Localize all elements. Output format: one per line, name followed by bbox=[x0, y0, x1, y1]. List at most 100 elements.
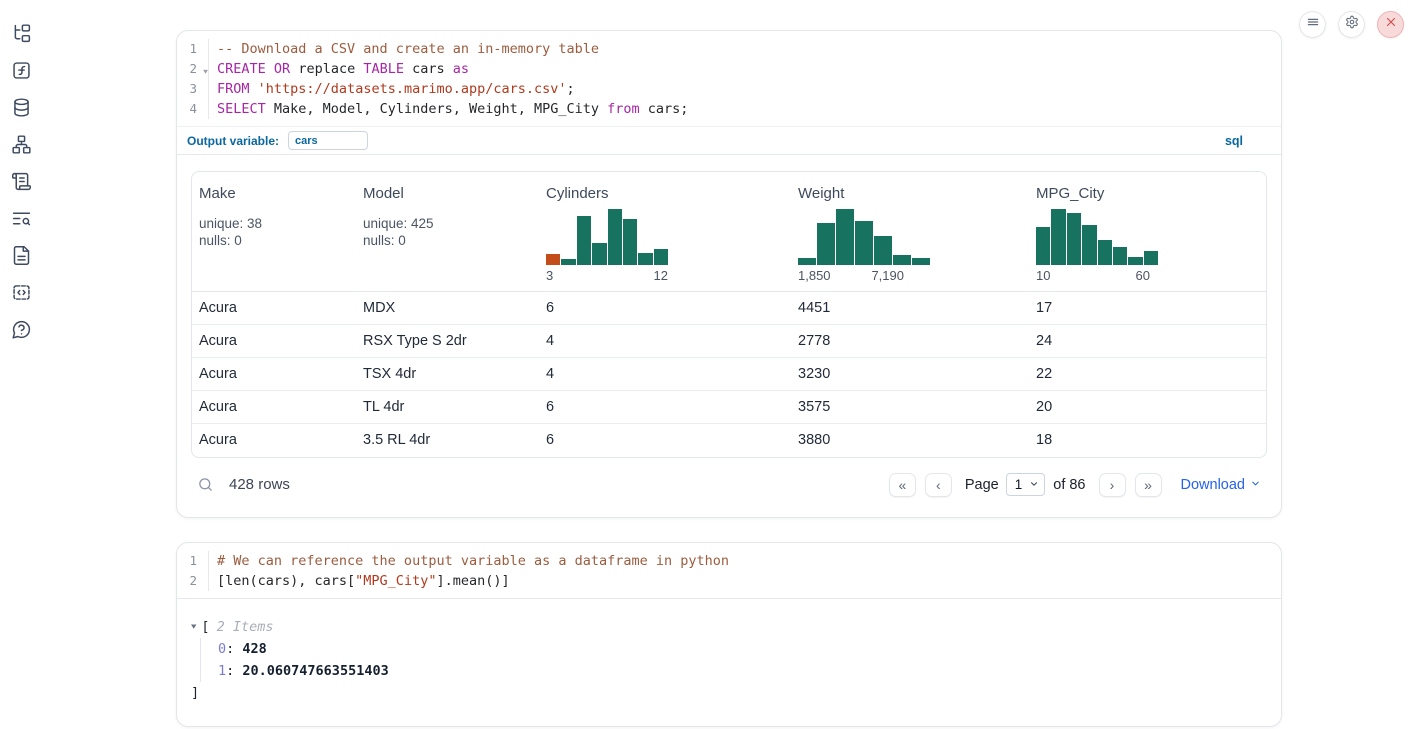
column-header-mpg-city[interactable]: MPG_City 10 60 bbox=[1029, 172, 1266, 292]
table-cell: 24 bbox=[1029, 325, 1266, 358]
first-page-button[interactable]: « bbox=[889, 473, 916, 497]
python-cell-output: ▼ [ 2 Items 0: 428 1: 20.060747663551403… bbox=[177, 598, 1281, 726]
histogram-bar bbox=[623, 219, 637, 265]
page-number-value: 1 bbox=[1015, 477, 1023, 492]
fold-chevron-icon[interactable]: ▼ bbox=[203, 64, 208, 80]
sidebar-item-datasources[interactable] bbox=[11, 97, 33, 119]
sidebar-item-help[interactable] bbox=[11, 319, 33, 341]
tree-root: ▼ [ 2 Items bbox=[191, 616, 1267, 638]
line-number: 1 bbox=[177, 551, 209, 571]
axis-min-label: 10 bbox=[1036, 268, 1050, 283]
table-cell: 4451 bbox=[791, 292, 1029, 325]
table-row[interactable]: AcuraMDX6445117 bbox=[192, 292, 1266, 325]
tree-open-bracket: [ bbox=[201, 616, 209, 638]
tree-items-count: 2 Items bbox=[217, 616, 274, 638]
chevron-down-icon bbox=[1250, 477, 1261, 493]
table-cell: Acura bbox=[192, 391, 356, 424]
download-button[interactable]: Download bbox=[1181, 477, 1262, 493]
weight-histogram[interactable] bbox=[798, 209, 930, 265]
sidebar-item-dependency-graph[interactable] bbox=[11, 134, 33, 156]
item-index: 0 bbox=[218, 641, 226, 657]
column-label: Weight bbox=[798, 185, 1029, 202]
table-cell: MDX bbox=[356, 292, 539, 325]
table-cell: 4 bbox=[539, 358, 791, 391]
page-total-label: of 86 bbox=[1053, 477, 1085, 493]
column-label: Make bbox=[199, 185, 356, 202]
function-square-icon bbox=[11, 60, 33, 81]
histogram-bar bbox=[836, 209, 854, 265]
sql-code-editor[interactable]: 1-- Download a CSV and create an in-memo… bbox=[177, 31, 1281, 126]
page-number-select[interactable]: 1 bbox=[1006, 473, 1046, 496]
shutdown-button[interactable] bbox=[1377, 11, 1404, 38]
item-index: 1 bbox=[218, 663, 226, 679]
column-label: Cylinders bbox=[546, 185, 791, 202]
sidebar-item-variables[interactable] bbox=[11, 60, 33, 82]
line-number: 3 bbox=[177, 79, 209, 99]
table-row[interactable]: AcuraTL 4dr6357520 bbox=[192, 391, 1266, 424]
column-header-model[interactable]: Model unique: 425 nulls: 0 bbox=[356, 172, 539, 292]
sql-cell-output: Make unique: 38 nulls: 0 Model unique: 4… bbox=[177, 155, 1281, 517]
sidebar-item-file-tree[interactable] bbox=[11, 23, 33, 45]
line-number: 2▼ bbox=[177, 59, 209, 79]
column-header-make[interactable]: Make unique: 38 nulls: 0 bbox=[192, 172, 356, 292]
column-stats: unique: 425 nulls: 0 bbox=[363, 215, 539, 249]
dependency-graph-icon bbox=[11, 134, 33, 155]
search-icon[interactable] bbox=[197, 476, 214, 493]
column-header-weight[interactable]: Weight 1,850 7,190 bbox=[791, 172, 1029, 292]
language-badge: sql bbox=[1225, 134, 1243, 148]
sidebar-item-logs[interactable] bbox=[11, 208, 33, 230]
stat-unique: unique: 425 bbox=[363, 215, 539, 232]
settings-button[interactable] bbox=[1338, 11, 1365, 38]
code-line[interactable]: 2▼CREATE OR replace TABLE cars as bbox=[177, 59, 1281, 79]
sidebar-item-documentation[interactable] bbox=[11, 245, 33, 267]
python-cell: 1# We can reference the output variable … bbox=[176, 542, 1282, 727]
code-line[interactable]: 2[len(cars), cars["MPG_City"].mean()] bbox=[177, 571, 1281, 591]
sidebar bbox=[0, 0, 44, 729]
code-text: [len(cars), cars["MPG_City"].mean()] bbox=[209, 571, 510, 591]
menu-button[interactable] bbox=[1299, 11, 1326, 38]
table-cell: Acura bbox=[192, 358, 356, 391]
notebook: 1-- Download a CSV and create an in-memo… bbox=[176, 30, 1282, 727]
line-number: 2 bbox=[177, 571, 209, 591]
code-line[interactable]: 4SELECT Make, Model, Cylinders, Weight, … bbox=[177, 99, 1281, 119]
cylinders-histogram[interactable] bbox=[546, 209, 668, 265]
sidebar-item-scratchpad[interactable] bbox=[11, 171, 33, 193]
chevron-down-icon bbox=[1029, 477, 1039, 492]
python-code-editor[interactable]: 1# We can reference the output variable … bbox=[177, 543, 1281, 598]
code-text: # We can reference the output variable a… bbox=[209, 551, 729, 571]
mpg-city-histogram[interactable] bbox=[1036, 209, 1158, 265]
histogram-bar bbox=[561, 259, 575, 265]
table-row[interactable]: AcuraTSX 4dr4323022 bbox=[192, 358, 1266, 391]
axis-max-label: 60 bbox=[1136, 268, 1150, 283]
table-cell: 3.5 RL 4dr bbox=[356, 424, 539, 457]
table-cell: 3880 bbox=[791, 424, 1029, 457]
output-variable-input[interactable] bbox=[288, 131, 368, 150]
stat-nulls: nulls: 0 bbox=[363, 232, 539, 249]
code-line[interactable]: 1# We can reference the output variable … bbox=[177, 551, 1281, 571]
column-header-cylinders[interactable]: Cylinders 3 12 bbox=[539, 172, 791, 292]
histogram-bar bbox=[874, 236, 892, 265]
sidebar-item-snippets[interactable] bbox=[11, 282, 33, 304]
sql-cell: 1-- Download a CSV and create an in-memo… bbox=[176, 30, 1282, 518]
tree-close-bracket: ] bbox=[191, 682, 1267, 704]
stat-unique: unique: 38 bbox=[199, 215, 356, 232]
table-cell: TSX 4dr bbox=[356, 358, 539, 391]
table-cell: 6 bbox=[539, 424, 791, 457]
data-table: Make unique: 38 nulls: 0 Model unique: 4… bbox=[191, 171, 1267, 458]
table-cell: 20 bbox=[1029, 391, 1266, 424]
collapse-chevron-icon[interactable]: ▼ bbox=[191, 618, 196, 636]
table-row[interactable]: AcuraRSX Type S 2dr4277824 bbox=[192, 325, 1266, 358]
code-line[interactable]: 3FROM 'https://datasets.marimo.app/cars.… bbox=[177, 79, 1281, 99]
table-cell: 17 bbox=[1029, 292, 1266, 325]
column-stats: unique: 38 nulls: 0 bbox=[199, 215, 356, 249]
window-controls bbox=[1299, 11, 1404, 38]
code-line[interactable]: 1-- Download a CSV and create an in-memo… bbox=[177, 39, 1281, 59]
histogram-bar bbox=[912, 258, 930, 265]
next-page-button[interactable]: › bbox=[1099, 473, 1126, 497]
output-variable-bar: Output variable: sql bbox=[177, 126, 1281, 155]
table-row[interactable]: Acura3.5 RL 4dr6388018 bbox=[192, 424, 1266, 457]
prev-page-button[interactable]: ‹ bbox=[925, 473, 952, 497]
last-page-button[interactable]: » bbox=[1135, 473, 1162, 497]
column-label: Model bbox=[363, 185, 539, 202]
histogram-bar bbox=[654, 249, 668, 265]
